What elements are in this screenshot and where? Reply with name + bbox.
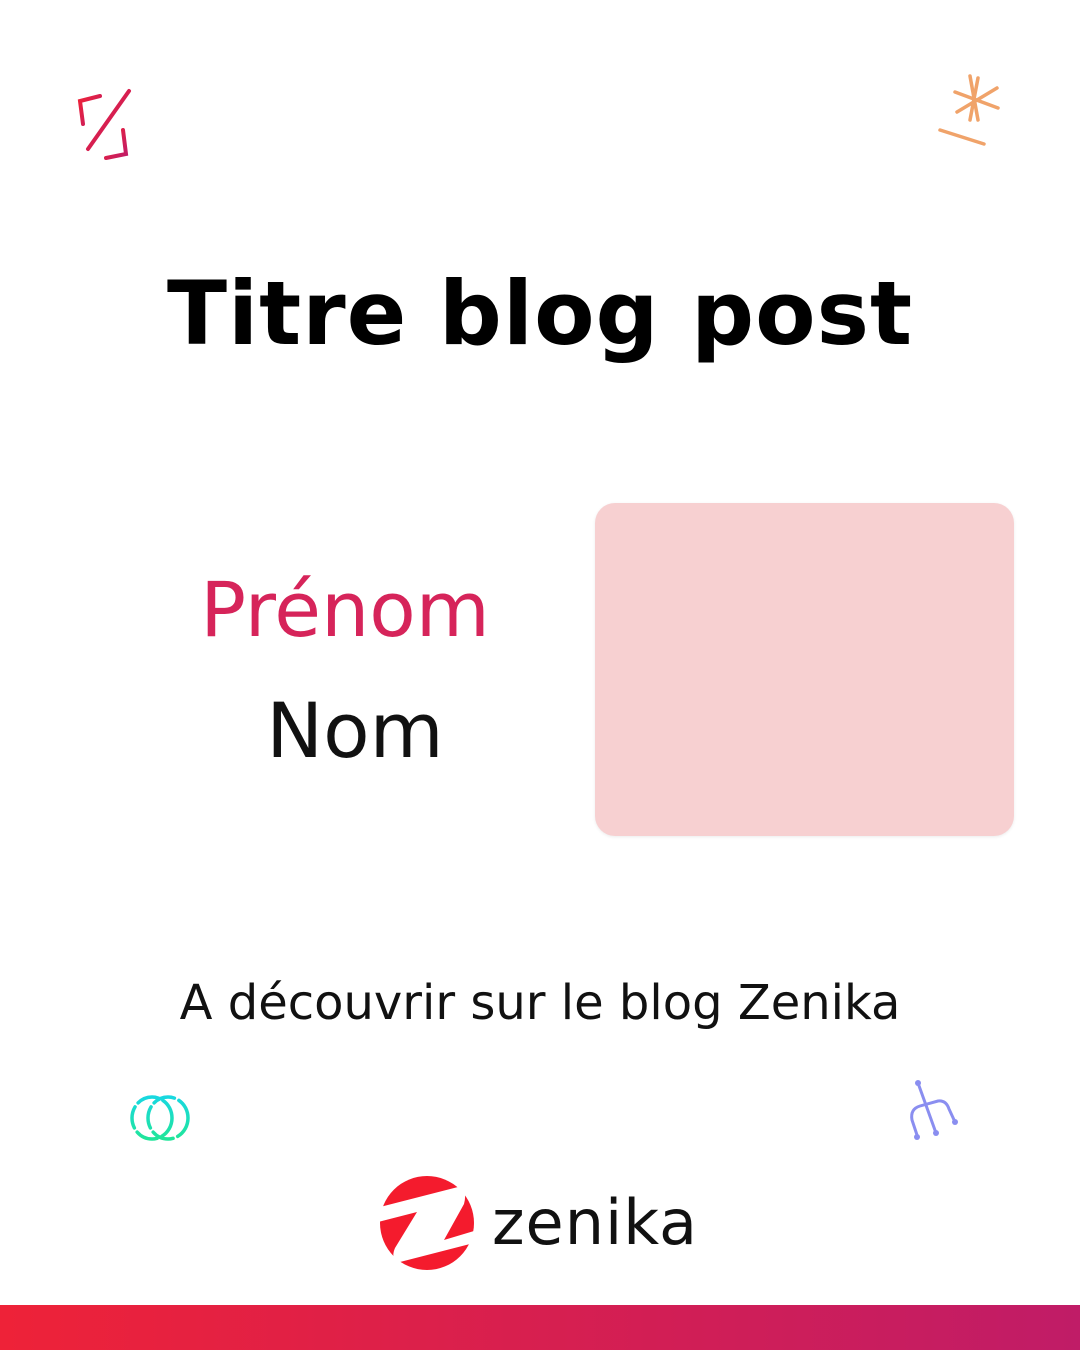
zenika-z-logo-icon bbox=[378, 1176, 474, 1270]
interlocked-rings-icon bbox=[130, 1095, 190, 1141]
zenika-wordmark: zenika bbox=[492, 1186, 699, 1259]
branch-fork-icon bbox=[910, 1080, 958, 1140]
page-title: Titre blog post bbox=[166, 262, 914, 365]
sparkle-icon bbox=[938, 74, 1000, 146]
author-last-name: Nom bbox=[266, 686, 444, 775]
bottom-gradient-bar bbox=[0, 1305, 1080, 1350]
author-first-name: Prénom bbox=[200, 565, 490, 654]
tagline: A découvrir sur le blog Zenika bbox=[179, 975, 901, 1031]
author-photo-placeholder bbox=[595, 503, 1014, 836]
code-brackets-icon bbox=[77, 89, 131, 160]
